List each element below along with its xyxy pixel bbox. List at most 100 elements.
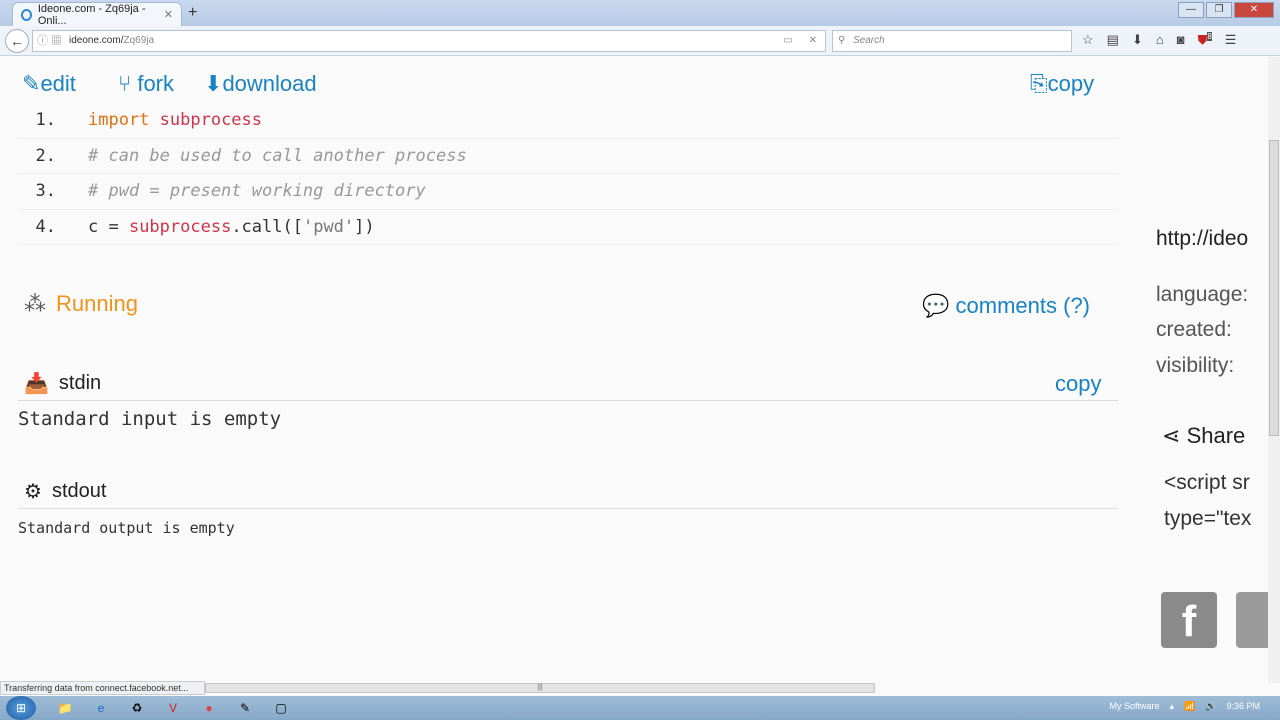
fork-link[interactable]: ⑂ fork (118, 71, 174, 97)
visibility-label: visibility: (1156, 354, 1235, 377)
code-line: 2. # can be used to call another process (18, 139, 1118, 174)
code-token: .call([ (231, 216, 303, 237)
code-token: # pwd = present working directory (88, 181, 426, 202)
copy-stdin-link[interactable]: copy (1055, 371, 1101, 397)
code-line: 4. c = subprocess .call(['pwd']) (18, 210, 1118, 245)
taskbar: ⊞ 📁 e ♻ V ● ✎ ▢ My Software ▴ 📶 🔊 9:36 PM (0, 696, 1280, 720)
run-status-label: Running (56, 291, 138, 316)
comments-label: comments (?) (955, 293, 1091, 318)
downloads-icon[interactable]: ⬇ (1132, 32, 1143, 48)
url-bar[interactable]: ⓘ ▦ ideone.com/Zq69ja ▭ ✕ (32, 30, 826, 52)
ublock-icon[interactable]: ⛊8 (1198, 32, 1212, 48)
firefox-icon[interactable]: ● (194, 697, 224, 719)
facebook-icon[interactable]: f (1161, 592, 1217, 648)
divider (18, 508, 1118, 509)
system-tray: My Software ▴ 📶 🔊 9:36 PM (1109, 701, 1260, 712)
new-tab-button[interactable]: + (188, 4, 197, 22)
code-token: 'pwd' (302, 216, 355, 237)
search-icon: ⚲ (838, 35, 846, 46)
tray-arrow-icon[interactable]: ▴ (1170, 701, 1175, 712)
search-placeholder: Search (853, 35, 885, 46)
fork-label: fork (137, 71, 175, 96)
share-heading: ⋖ Share (1162, 423, 1245, 449)
code-line: 1. import subprocess (18, 103, 1118, 139)
run-status: ⁂ Running (24, 291, 138, 317)
bookmark-star-icon[interactable]: ☆ (1082, 32, 1094, 48)
download-link[interactable]: ⬇download (204, 71, 317, 97)
comment-icon: 💬 (922, 293, 950, 318)
copy-label: copy (1047, 71, 1095, 96)
clear-url-icon[interactable]: ✕ (809, 31, 817, 51)
explorer-icon[interactable]: 📁 (50, 697, 80, 719)
stdout-heading: ⚙ stdout (24, 479, 106, 504)
fork-icon: ⑂ (118, 71, 132, 96)
app-icon[interactable]: ▢ (266, 697, 296, 719)
network-icon[interactable]: 📶 (1184, 701, 1195, 712)
horizontal-scrollbar[interactable]: ||| (205, 683, 875, 693)
code-token: # can be used to call another process (88, 145, 467, 166)
download-icon: ⬇ (204, 71, 223, 96)
close-window-button[interactable]: ✕ (1234, 2, 1274, 18)
pocket-icon[interactable]: ◙ (1177, 32, 1185, 48)
code-token: subprocess (128, 216, 232, 237)
minimize-button[interactable]: — (1178, 2, 1204, 18)
bookmarks-list-icon[interactable]: ▤ (1107, 32, 1119, 48)
line-number: 2. (35, 145, 56, 166)
embed-code-line[interactable]: type="tex (1164, 507, 1251, 531)
copy-code-link[interactable]: ⎘copy (1030, 71, 1094, 97)
restore-button[interactable]: ❐ (1206, 2, 1232, 18)
gears-icon: ⚙ (24, 481, 42, 503)
share-icon: ⋖ (1162, 423, 1181, 448)
url-path: Zq69ja (123, 35, 155, 46)
edit-link[interactable]: ✎edit (22, 71, 76, 97)
app-icon[interactable]: ✎ (230, 697, 260, 719)
home-icon[interactable]: ⌂ (1156, 32, 1164, 48)
stdin-content: Standard input is empty (18, 408, 282, 430)
share-label: Share (1186, 423, 1246, 448)
close-tab-icon[interactable]: ✕ (164, 8, 173, 21)
inbox-icon: 📥 (24, 373, 49, 395)
tab-title: Ideone.com - Zq69ja - Onli... (37, 2, 146, 27)
badge-count: 8 (1207, 32, 1212, 41)
line-number: 1. (35, 110, 56, 131)
ie-icon[interactable]: e (86, 697, 116, 719)
code-line: 3. # pwd = present working directory (18, 174, 1118, 210)
page-content: ✎edit ⑂ fork ⬇download ⎘copy 1. import su… (0, 57, 1268, 683)
embed-code-line[interactable]: <script sr (1164, 471, 1250, 495)
nav-bar: ← ⓘ ▦ ideone.com/Zq69ja ▭ ✕ ⚲ Search ☆ ▤ ⬇ ⌂ ◙ ⛊8… (0, 26, 1280, 56)
tray-label[interactable]: My Software (1109, 701, 1159, 712)
edit-icon: ✎ (22, 71, 41, 96)
code-token: ]) (354, 216, 375, 237)
language-label: language: (1156, 283, 1249, 306)
app-icon[interactable]: ♻ (122, 697, 152, 719)
browser-tab[interactable]: Ideone.com - Zq69ja - Onli... ✕ (12, 2, 182, 27)
title-bar: Ideone.com - Zq69ja - Onli... ✕ + — ❐ ✕ (0, 0, 1280, 27)
start-button[interactable]: ⊞ (6, 696, 36, 720)
edit-label: edit (40, 71, 76, 96)
info-icon[interactable]: ⓘ ▦ (37, 31, 62, 51)
created-label: created: (1156, 318, 1232, 341)
line-number: 4. (35, 216, 56, 237)
search-input[interactable]: ⚲ Search (832, 30, 1072, 52)
stdout-title: stdout (51, 480, 107, 502)
share-url[interactable]: http://ideo (1156, 227, 1248, 251)
volume-icon[interactable]: 🔊 (1205, 701, 1216, 712)
twitter-icon[interactable] (1236, 592, 1268, 648)
code-token: import (88, 110, 150, 131)
comments-link[interactable]: 💬 comments (?) (922, 293, 1090, 319)
code-block: 1. import subprocess 2. # can be used to ca… (18, 103, 1118, 245)
menu-icon[interactable]: ☰ (1225, 32, 1237, 48)
vertical-scroll-thumb[interactable] (1269, 140, 1279, 436)
status-text: Transferring data from connect.facebook.… (0, 681, 205, 695)
line-number: 3. (35, 181, 56, 202)
reader-view-icon[interactable]: ▭ (784, 31, 793, 51)
loading-icon (21, 8, 32, 21)
app-icon[interactable]: V (158, 697, 188, 719)
url-host: ideone.com/ (69, 35, 124, 46)
back-button[interactable]: ← (5, 29, 29, 53)
stdin-heading: 📥 stdin (24, 371, 101, 396)
spinner-icon: ⁂ (24, 291, 46, 316)
download-label: download (222, 71, 317, 96)
code-token: c = (88, 216, 129, 237)
clock[interactable]: 9:36 PM (1226, 701, 1260, 712)
